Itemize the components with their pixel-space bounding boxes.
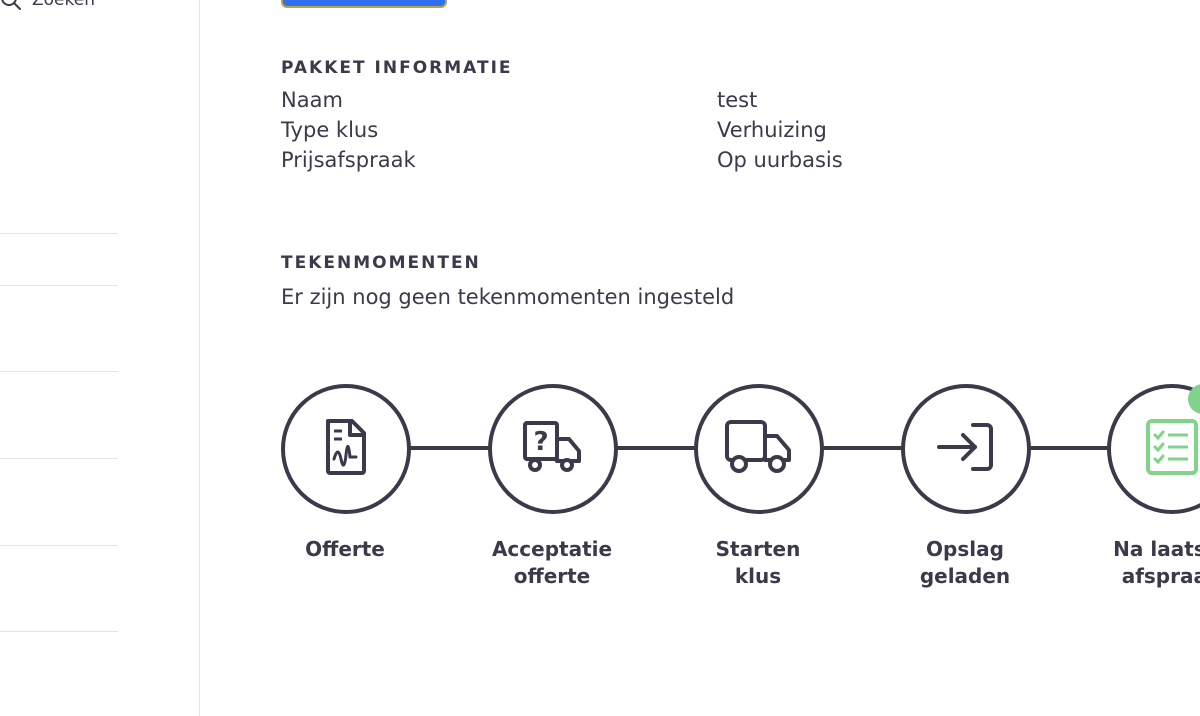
svg-text:?: ?: [533, 427, 548, 457]
step-circle: ?: [488, 384, 618, 514]
info-value: Op uurbasis: [717, 148, 843, 172]
info-label: Naam: [281, 88, 343, 112]
sidebar-divider: [0, 631, 118, 632]
info-row-type: Type klus Verhuizing: [281, 118, 981, 148]
step-label: Na laatste afspraak: [1113, 537, 1200, 588]
info-label: Type klus: [281, 118, 379, 142]
step-connector: [406, 446, 492, 450]
enter-arrow-icon: [935, 421, 997, 477]
package-info-title: PAKKET INFORMATIE: [281, 58, 513, 78]
step-label: Offerte: [305, 537, 385, 561]
step-label: Starten klus: [715, 537, 801, 588]
sidebar-divider: [0, 285, 118, 286]
search-icon: [0, 0, 22, 11]
step-circle: [901, 384, 1031, 514]
step-connector: [612, 446, 698, 450]
app-window: Zoeken PAKKET INFORMATIE Naam test Type …: [0, 0, 1200, 716]
step-connector: [819, 446, 905, 450]
sidebar-divider: [0, 458, 118, 459]
search-label: Zoeken: [32, 0, 95, 10]
sign-moments-empty-text: Er zijn nog geen tekenmomenten ingesteld: [281, 285, 735, 309]
step-label: Acceptatie offerte: [491, 537, 613, 588]
step-label: Opslag geladen: [919, 537, 1011, 588]
checklist-icon: [1144, 417, 1200, 481]
document-signature-icon: [322, 417, 370, 481]
info-value: Verhuizing: [717, 118, 827, 142]
info-value: test: [717, 88, 758, 112]
sidebar: Zoeken: [0, 0, 200, 716]
sign-moments-title: TEKENMOMENTEN: [281, 253, 481, 273]
info-label: Prijsafspraak: [281, 148, 416, 172]
step-circle: [281, 384, 411, 514]
sidebar-divider: [0, 545, 118, 546]
truck-icon: [723, 418, 795, 480]
step-connector: [1025, 446, 1111, 450]
main-content: PAKKET INFORMATIE Naam test Type klus Ve…: [200, 0, 1200, 716]
sidebar-divider: [0, 233, 118, 234]
info-row-price: Prijsafspraak Op uurbasis: [281, 148, 981, 178]
search-button[interactable]: Zoeken: [0, 0, 95, 14]
primary-action-button[interactable]: [281, 0, 447, 8]
sidebar-divider: [0, 371, 118, 372]
info-row-name: Naam test: [281, 88, 981, 118]
step-circle: [694, 384, 824, 514]
truck-question-icon: ?: [521, 419, 585, 479]
